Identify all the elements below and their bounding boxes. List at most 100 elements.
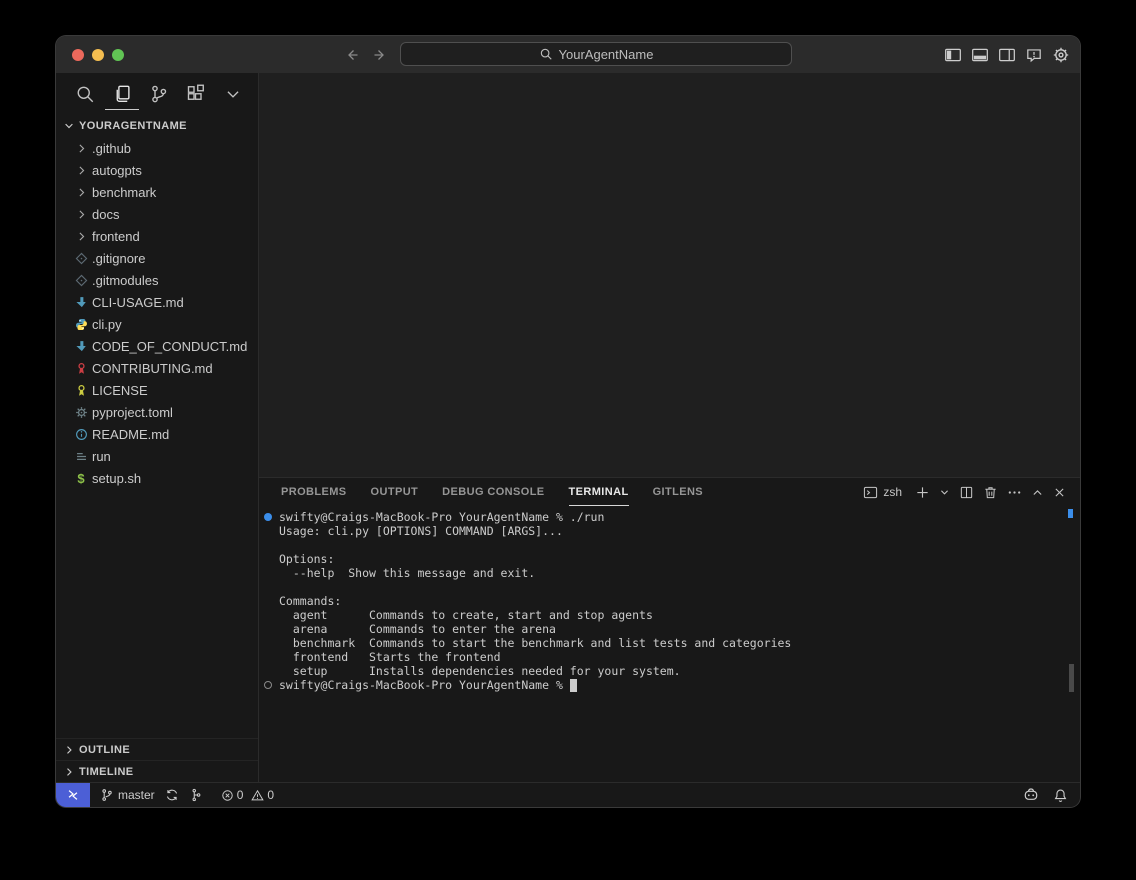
file-label: .gitignore bbox=[92, 251, 145, 266]
extensions-view-icon[interactable] bbox=[185, 80, 207, 108]
command-center-search[interactable]: YourAgentName bbox=[400, 42, 792, 66]
close-panel-icon[interactable] bbox=[1053, 486, 1066, 499]
navigate-back-icon[interactable] bbox=[344, 47, 360, 63]
file-label: pyproject.toml bbox=[92, 405, 173, 420]
chevron-right-icon bbox=[74, 140, 88, 156]
sidebar-item-setup-sh[interactable]: $ setup.sh bbox=[56, 467, 258, 489]
terminal-profile-selector[interactable]: zsh bbox=[863, 485, 902, 500]
git-branch-status[interactable]: master bbox=[100, 788, 155, 802]
zoom-window-button[interactable] bbox=[112, 49, 124, 61]
terminal-line: --help Show this message and exit. bbox=[279, 566, 535, 580]
split-terminal-icon[interactable] bbox=[959, 485, 974, 500]
warning-icon bbox=[251, 789, 264, 802]
status-bar: master 0 0 bbox=[56, 782, 1080, 807]
toggle-secondary-sidebar-icon[interactable] bbox=[998, 46, 1016, 64]
sidebar-item-benchmark[interactable]: benchmark bbox=[56, 181, 258, 203]
toggle-primary-sidebar-icon[interactable] bbox=[944, 46, 962, 64]
sync-changes-button[interactable] bbox=[165, 788, 179, 802]
search-view-icon[interactable] bbox=[74, 80, 96, 108]
explorer-section-header[interactable]: YOURAGENTNAME bbox=[56, 115, 258, 137]
error-count: 0 bbox=[237, 788, 244, 802]
warning-count: 0 bbox=[267, 788, 274, 802]
sidebar-item-docs[interactable]: docs bbox=[56, 203, 258, 225]
sidebar-item-cli-py[interactable]: cli.py bbox=[56, 313, 258, 335]
overview-ruler-decoration bbox=[1068, 509, 1073, 518]
terminal-line: arena Commands to enter the arena bbox=[279, 622, 556, 636]
sidebar-item-cli-usage-md[interactable]: CLI-USAGE.md bbox=[56, 291, 258, 313]
terminal-scrollbar[interactable] bbox=[1069, 664, 1074, 692]
sidebar-item-github[interactable]: .github bbox=[56, 137, 258, 159]
chevron-right-icon bbox=[74, 162, 88, 178]
terminal-line: setup Installs dependencies needed for y… bbox=[279, 664, 681, 678]
panel-toolbar: zsh bbox=[863, 478, 1080, 506]
activity-bar bbox=[56, 73, 258, 115]
navigate-forward-icon[interactable] bbox=[372, 47, 388, 63]
minimize-window-button[interactable] bbox=[92, 49, 104, 61]
sidebar-item-contributing-md[interactable]: CONTRIBUTING.md bbox=[56, 357, 258, 379]
command-decoration-icon[interactable] bbox=[264, 513, 272, 521]
title-bar: YourAgentName bbox=[56, 36, 1080, 73]
file-label: run bbox=[92, 449, 111, 464]
command-decoration-icon[interactable] bbox=[264, 681, 272, 689]
terminal-box-icon bbox=[863, 485, 878, 500]
timeline-section-header[interactable]: TIMELINE bbox=[56, 760, 258, 782]
outline-label: OUTLINE bbox=[79, 744, 130, 756]
tab-gitlens[interactable]: GITLENS bbox=[653, 478, 703, 506]
sidebar-item-frontend[interactable]: frontend bbox=[56, 225, 258, 247]
file-label: LICENSE bbox=[92, 383, 148, 398]
maximize-panel-chevron-icon[interactable] bbox=[1031, 486, 1044, 499]
terminal-dropdown-chevron-icon[interactable] bbox=[939, 487, 950, 498]
panel-more-actions-icon[interactable] bbox=[1007, 485, 1022, 500]
folder-label: autogpts bbox=[92, 163, 142, 178]
terminal-line: benchmark Commands to start the benchmar… bbox=[279, 636, 791, 650]
info-file-icon bbox=[74, 426, 88, 442]
sidebar-item-run[interactable]: run bbox=[56, 445, 258, 467]
new-terminal-icon[interactable] bbox=[915, 485, 930, 500]
source-control-view-icon[interactable] bbox=[148, 80, 170, 108]
settings-gear-icon[interactable] bbox=[1052, 46, 1070, 64]
tab-debug-console[interactable]: DEBUG CONSOLE bbox=[442, 478, 544, 506]
traffic-lights bbox=[72, 36, 124, 73]
close-window-button[interactable] bbox=[72, 49, 84, 61]
folder-label: benchmark bbox=[92, 185, 156, 200]
source-control-graph-button[interactable] bbox=[189, 788, 203, 802]
terminal-line: Usage: cli.py [OPTIONS] COMMAND [ARGS]..… bbox=[279, 524, 563, 538]
feedback-icon[interactable] bbox=[1025, 46, 1043, 64]
ribbon-icon bbox=[74, 382, 88, 398]
outline-section-header[interactable]: OUTLINE bbox=[56, 738, 258, 760]
editor-area bbox=[259, 73, 1080, 477]
panel-header: PROBLEMS OUTPUT DEBUG CONSOLE TERMINAL G… bbox=[259, 478, 1080, 506]
more-views-chevron-icon[interactable] bbox=[222, 80, 244, 108]
ribbon-icon bbox=[74, 360, 88, 376]
project-name-label: YOURAGENTNAME bbox=[79, 120, 187, 132]
chevron-right-icon bbox=[74, 206, 88, 222]
sidebar-item-pyproject-toml[interactable]: pyproject.toml bbox=[56, 401, 258, 423]
tab-problems[interactable]: PROBLEMS bbox=[281, 478, 347, 506]
sidebar-item-license[interactable]: LICENSE bbox=[56, 379, 258, 401]
sidebar-item-autogpts[interactable]: autogpts bbox=[56, 159, 258, 181]
branch-name: master bbox=[118, 788, 155, 802]
graph-icon bbox=[189, 788, 203, 802]
notifications-bell-icon[interactable] bbox=[1053, 788, 1068, 803]
chevron-right-icon bbox=[74, 184, 88, 200]
file-label: CLI-USAGE.md bbox=[92, 295, 184, 310]
chevron-right-icon bbox=[74, 228, 88, 244]
vscode-window: YourAgentName bbox=[56, 36, 1080, 807]
terminal-output: swifty@Craigs-MacBook-Pro YourAgentName … bbox=[259, 506, 1080, 782]
sidebar-item-gitignore[interactable]: .gitignore bbox=[56, 247, 258, 269]
remote-indicator[interactable] bbox=[56, 783, 90, 807]
tab-terminal[interactable]: TERMINAL bbox=[569, 478, 629, 506]
toggle-panel-icon[interactable] bbox=[971, 46, 989, 64]
terminal-cursor bbox=[570, 679, 577, 692]
sidebar-item-gitmodules[interactable]: .gitmodules bbox=[56, 269, 258, 291]
chevron-right-icon bbox=[63, 744, 75, 756]
desktop: YourAgentName bbox=[0, 0, 1136, 880]
sidebar-item-code-of-conduct-md[interactable]: CODE_OF_CONDUCT.md bbox=[56, 335, 258, 357]
problems-status[interactable]: 0 0 bbox=[221, 788, 274, 802]
copilot-icon[interactable] bbox=[1023, 787, 1039, 803]
terminal-line: Options: bbox=[279, 552, 334, 566]
tab-output[interactable]: OUTPUT bbox=[371, 478, 419, 506]
kill-terminal-trash-icon[interactable] bbox=[983, 485, 998, 500]
sidebar-item-readme-md[interactable]: README.md bbox=[56, 423, 258, 445]
explorer-view-icon[interactable] bbox=[111, 80, 133, 108]
